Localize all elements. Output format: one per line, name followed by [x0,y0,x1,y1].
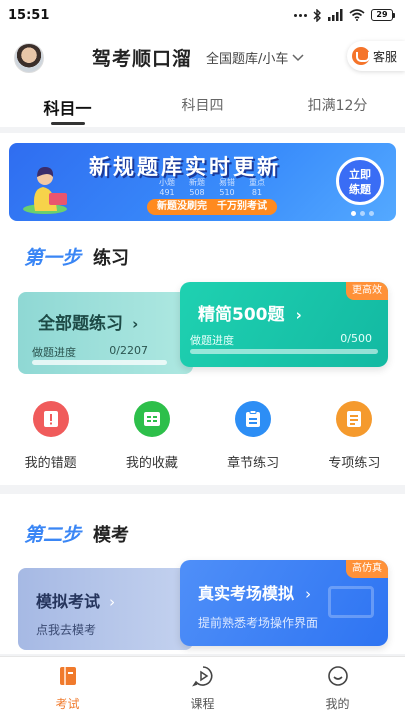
concise-500-card[interactable]: 精简500题 › 更高效 做题进度 0/500 [180,282,388,367]
nav-label: 我的 [325,697,350,711]
step-name: 练习 [93,248,130,269]
shortcut-label: 专项练习 [328,456,381,471]
play-bubble-icon [191,666,212,687]
question-bank-selector[interactable]: 全国题库/小车 [206,48,304,67]
app-header: 驾考顺口溜 全国题库/小车 客服 [0,30,405,85]
signal-icon [328,9,343,21]
banner-stats: 小题 491 新题 508 易错 510 重点 81 [159,178,265,198]
shortcut-label: 我的收藏 [125,456,178,471]
app-title: 驾考顺口溜 [92,48,193,70]
mock-exam-card[interactable]: 模拟考试 › 点我去模考 [18,568,193,650]
banner-stat: 易错 510 [219,178,235,197]
card-title: 模拟考试 [36,592,101,611]
banner-stat: 新题 508 [189,178,205,197]
clipboard-icon [235,401,272,437]
real-exam-simulation-card[interactable]: 真实考场模拟 › 提前熟悉考场操作界面 高仿真 [180,560,388,646]
progress-bar [32,360,167,365]
nav-mine[interactable]: 我的 [270,657,405,720]
step-number: 第一步 [24,247,82,269]
banner-stat: 小题 491 [159,178,175,197]
progress-value: 0/2207 [109,344,148,357]
bottom-navigation: 考试 课程 我的 [0,656,405,720]
banner-stat: 重点 81 [249,178,265,197]
chevron-right-icon: › [132,315,139,333]
headset-icon [352,47,370,65]
high-fidelity-badge: 高仿真 [346,560,388,578]
step-name: 模考 [93,525,130,546]
step-one-heading: 第一步 练习 [24,243,129,270]
promo-banner[interactable]: 新规题库实时更新 小题 491 新题 508 易错 510 重点 81 新题没刷完 千万… [9,143,396,221]
exclamation-doc-icon [32,401,69,437]
monitor-icon [328,586,374,618]
bluetooth-icon [313,8,321,22]
practice-now-button[interactable]: 立即 练题 [336,157,384,205]
shortcut-label: 章节练习 [227,456,280,471]
practice-section: 新规题库实时更新 小题 491 新题 508 易错 510 重点 81 新题没刷完 千万… [0,133,405,485]
nav-label: 考试 [55,697,80,711]
tab-subject-four[interactable]: 科目四 [135,85,270,127]
step-number: 第二步 [24,524,82,546]
chevron-right-icon: › [109,593,116,611]
mock-exam-section: 第二步 模考 模拟考试 › 点我去模考 真实考场模拟 › 提前熟悉考场操作界面 … [0,494,405,654]
nav-course[interactable]: 课程 [135,657,270,720]
smile-icon [327,666,348,686]
card-title: 全部题练习 [38,314,123,334]
chevron-right-icon: › [295,306,302,324]
favorites-button[interactable]: 我的收藏 [101,401,202,471]
step-two-heading: 第二步 模考 [24,520,129,547]
chevron-right-icon: › [305,585,312,603]
banner-pager [351,211,374,216]
battery-level: 29 [371,9,393,21]
book-icon [59,667,76,685]
progress-label: 做题进度 [32,346,76,359]
customer-service-label: 客服 [373,49,398,64]
chapter-practice-button[interactable]: 章节练习 [203,401,304,471]
progress-value: 0/500 [340,332,372,345]
banner-title: 新规题库实时更新 [89,155,281,179]
card-title: 真实考场模拟 [198,584,295,603]
student-illustration-icon [23,167,67,214]
wrong-questions-button[interactable]: 我的错题 [0,401,101,471]
tab-subject-one[interactable]: 科目一 [0,85,135,127]
shortcut-label: 我的错题 [24,456,77,471]
avatar[interactable] [14,42,44,73]
efficiency-badge: 更高效 [346,282,388,300]
practice-shortcuts: 我的错题 我的收藏 章节练习 专项练习 [0,401,405,471]
nav-exam[interactable]: 考试 [0,657,135,720]
progress-label: 做题进度 [190,334,234,347]
question-bank-label: 全国题库/小车 [206,52,289,67]
chevron-down-icon [292,53,304,61]
card-title: 精简500题 [198,305,285,325]
nav-label: 课程 [190,697,215,711]
tab-twelve-points[interactable]: 扣满12分 [270,85,405,127]
all-questions-card[interactable]: 全部题练习 › 做题进度 0/2207 [18,292,193,374]
clipboard-list-icon [336,401,373,437]
progress-bar [190,349,378,354]
banner-tagline: 新题没刷完 千万别考试 [147,199,277,215]
more-notifications-icon [294,13,307,17]
battery-icon: 29 [371,9,395,21]
wifi-icon [349,9,365,21]
special-practice-button[interactable]: 专项练习 [304,401,405,471]
status-time: 15:51 [8,7,50,23]
status-bar: 15:51 29 [0,0,405,30]
subject-tabs: 科目一 科目四 扣满12分 [0,85,405,127]
list-doc-icon [133,401,170,437]
card-subtitle: 点我去模考 [36,623,97,637]
customer-service-button[interactable]: 客服 [347,41,405,71]
